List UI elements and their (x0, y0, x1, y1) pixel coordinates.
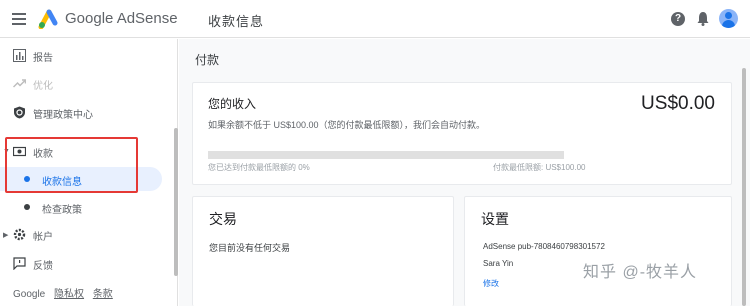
sidebar-subitem-payment-info[interactable]: 收款信息 (0, 167, 162, 191)
sidebar-subitem-label: 检查政策 (42, 205, 82, 216)
sidebar-item-label: 报告 (33, 53, 53, 64)
top-app-bar: Google AdSense 收款信息 ? (0, 0, 750, 38)
settings-edit-link[interactable]: 修改 (483, 278, 499, 289)
user-avatar[interactable] (719, 9, 738, 28)
bullet-icon (24, 204, 30, 210)
balance-title: 您的收入 (208, 97, 257, 111)
brand-name: Google AdSense (65, 10, 178, 27)
bullet-icon (24, 176, 30, 182)
sidebar-subitem-label: 收款信息 (42, 177, 82, 188)
sidebar-item-optimize[interactable]: 优化 (0, 72, 170, 96)
settings-card: 设置 AdSense pub-7808460798301572 Sara Yin… (464, 196, 732, 306)
settings-title: 设置 (481, 211, 509, 227)
section-title: 付款 (195, 53, 220, 67)
payments-icon (13, 146, 26, 157)
transactions-card: 交易 您目前没有任何交易 (192, 196, 454, 306)
transactions-empty-text: 您目前没有任何交易 (209, 243, 291, 253)
chevron-right-icon[interactable]: ▶ (3, 231, 8, 239)
sidebar-item-policy-center[interactable]: 管理政策中心 (0, 101, 170, 125)
adsense-logo-icon (38, 9, 58, 29)
transactions-title: 交易 (209, 211, 237, 227)
publisher-id: AdSense pub-7808460798301572 (483, 242, 605, 251)
balance-card: 您的收入 US$0.00 如果余额不低于 US$100.00（您的付款最低限额）… (192, 82, 732, 185)
sidebar-item-label: 收款 (33, 149, 53, 160)
privacy-link[interactable]: 隐私权 (54, 289, 84, 300)
chevron-down-icon[interactable]: ▼ (3, 148, 10, 155)
google-footer-label: Google (13, 289, 46, 300)
sidebar-scrollbar[interactable] (174, 128, 178, 276)
gear-icon (13, 228, 26, 241)
sidebar-item-label: 管理政策中心 (33, 110, 93, 121)
help-icon[interactable]: ? (671, 12, 685, 26)
feedback-icon (13, 257, 26, 270)
sidebar-subitem-check-policy[interactable]: 检查政策 (0, 195, 162, 219)
threshold-note: 如果余额不低于 US$100.00（您的付款最低限额），我们会自动付款。 (208, 120, 486, 130)
bar-chart-icon (13, 49, 26, 62)
main-scrollbar[interactable] (742, 68, 746, 306)
terms-link[interactable]: 条款 (93, 289, 113, 300)
trend-icon (13, 79, 26, 88)
sidebar-item-feedback[interactable]: 反馈 (0, 252, 170, 276)
menu-icon[interactable] (12, 13, 26, 25)
balance-amount: US$0.00 (641, 93, 715, 114)
notifications-bell-icon[interactable] (697, 11, 709, 26)
watermark-text: 知乎 @-牧羊人 (583, 264, 698, 281)
threshold-progress-bar (208, 151, 564, 159)
threshold-caption: 付款最低限额: US$100.00 (493, 163, 586, 172)
sidebar-item-label: 反馈 (33, 261, 53, 272)
sidebar-footer: Google 隐私权 条款 (13, 285, 113, 300)
sidebar-item-account[interactable]: ▶ 帐户 (0, 223, 170, 247)
shield-icon (14, 106, 25, 119)
account-name: Sara Yin (483, 259, 514, 268)
page-title: 收款信息 (208, 14, 265, 29)
progress-caption: 您已达到付款最低限额的 0% (208, 163, 310, 172)
sidebar-item-reports[interactable]: 报告 (0, 44, 170, 68)
sidebar-item-payments[interactable]: ▼ 收款 (0, 140, 170, 164)
sidebar-item-label: 优化 (33, 81, 53, 92)
sidebar-item-label: 帐户 (33, 232, 53, 243)
